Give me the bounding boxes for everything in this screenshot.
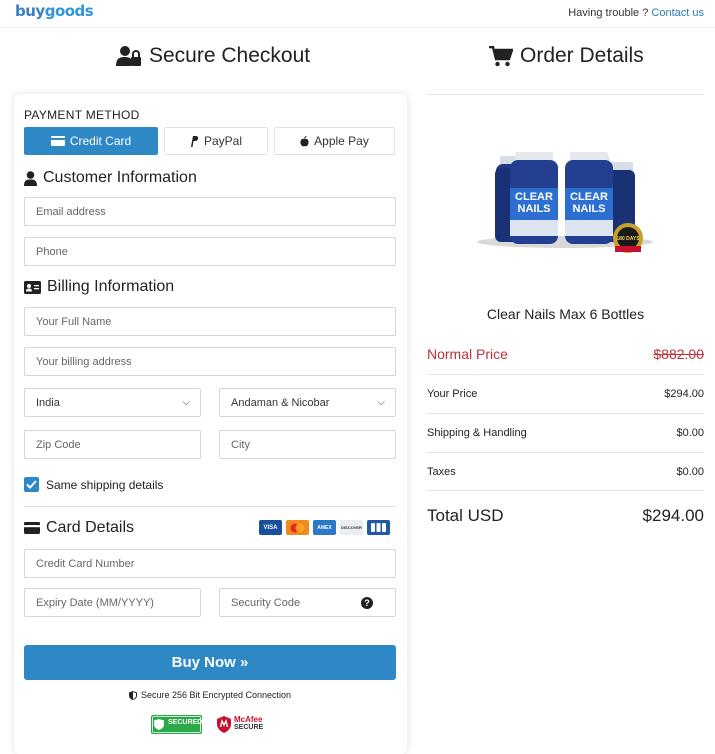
full-name-field[interactable]: Your Full Name <box>24 307 396 336</box>
bottle-label-clear: CLEAR <box>515 191 553 203</box>
your-price-label: Your Price <box>427 388 478 400</box>
product-image: CLEAR NAILS CLEAR NAILS 180 DAYS <box>475 150 655 260</box>
secure-connection-note: Secure 256 Bit Encrypted Connection <box>0 690 420 700</box>
billing-information-text: Billing Information <box>47 278 175 295</box>
row-divider <box>427 374 704 375</box>
tab-paypal-label: PayPal <box>203 134 243 148</box>
normal-price-value: $882.00 <box>653 346 704 362</box>
security-code-placeholder: Security Code <box>231 596 301 609</box>
amex-icon: AMEX <box>313 520 336 535</box>
credit-card-icon <box>50 136 65 146</box>
taxes-row: Taxes $0.00 <box>427 466 704 478</box>
chevron-down-icon: ⌵ <box>377 397 385 408</box>
row-divider <box>427 413 704 414</box>
logo-text-goods: goods <box>44 2 94 20</box>
bottle-label-nails: NAILS <box>573 203 606 215</box>
help-text: Having trouble ? Contact us <box>568 7 704 19</box>
total-value: $294.00 <box>642 506 704 525</box>
paypal-icon <box>190 135 199 147</box>
zip-code-field[interactable]: Zip Code <box>24 430 201 459</box>
billing-information-heading: Billing Information <box>24 278 174 296</box>
city-field[interactable]: City <box>219 430 396 459</box>
same-shipping-row[interactable]: Same shipping details <box>24 477 163 492</box>
payment-method-label: PAYMENT METHOD <box>24 108 140 122</box>
tab-apple-pay-label: Apple Pay <box>314 134 369 148</box>
total-row: Total USD $294.00 <box>427 506 704 526</box>
state-select[interactable]: Andaman & Nicobar ⌵ <box>219 388 396 417</box>
top-bar: buygoods Having trouble ? Contact us <box>0 0 715 28</box>
order-title: Order Details <box>489 44 644 68</box>
customer-information-heading: Customer Information <box>24 169 197 187</box>
mastercard-icon <box>286 520 309 535</box>
credit-card-icon <box>24 522 40 534</box>
shipping-row: Shipping & Handling $0.00 <box>427 427 704 439</box>
product-name: Clear Nails Max 6 Bottles <box>486 306 645 322</box>
your-price-row: Your Price $294.00 <box>427 388 704 400</box>
logo-text-buy: buy <box>15 2 45 20</box>
bottle-label-clear: CLEAR <box>570 191 608 203</box>
buygoods-logo[interactable]: buygoods <box>15 2 94 20</box>
order-title-text: Order Details <box>520 44 644 67</box>
country-select[interactable]: India ⌵ <box>24 388 201 417</box>
apple-icon <box>300 135 309 146</box>
secured-badge: SECURED <box>151 714 202 734</box>
user-lock-icon <box>116 46 141 66</box>
question-circle-icon[interactable]: ? <box>361 596 373 609</box>
order-divider <box>427 94 704 95</box>
chevron-down-icon: ⌵ <box>182 397 190 408</box>
normal-price-row: Normal Price $882.00 <box>427 346 704 362</box>
tab-credit-card-label: Credit Card <box>69 134 132 148</box>
taxes-label: Taxes <box>427 466 456 478</box>
country-value: India <box>36 396 60 409</box>
checkout-title-text: Secure Checkout <box>149 44 311 67</box>
card-details-text: Card Details <box>46 519 135 536</box>
mcafee-text: McAfee <box>234 715 263 724</box>
seal-text: 180 DAYS <box>616 236 640 242</box>
svg-text:?: ? <box>364 598 370 608</box>
shipping-label: Shipping & Handling <box>427 427 527 439</box>
tab-credit-card[interactable]: Credit Card <box>24 127 158 155</box>
total-label: Total USD <box>427 506 504 525</box>
security-code-field[interactable]: Security Code ? <box>219 588 396 617</box>
checkout-title: Secure Checkout <box>116 44 310 68</box>
mcafee-secure-text: SECURE <box>234 724 264 731</box>
taxes-value: $0.00 <box>676 466 704 478</box>
tab-paypal[interactable]: PayPal <box>164 127 268 155</box>
discover-icon: DISCOVER <box>340 520 363 535</box>
divider <box>24 506 396 507</box>
expiry-date-field[interactable]: Expiry Date (MM/YYYY) <box>24 588 201 617</box>
phone-field[interactable]: Phone <box>24 237 396 266</box>
shopping-cart-icon <box>489 45 513 66</box>
same-shipping-label: Same shipping details <box>46 477 164 492</box>
row-divider <box>427 490 704 491</box>
mcafee-secure-badge: McAfee SECURE <box>217 714 263 734</box>
email-field[interactable]: Email address <box>24 197 396 226</box>
state-value: Andaman & Nicobar <box>231 396 330 409</box>
id-card-icon <box>24 280 41 294</box>
tab-apple-pay[interactable]: Apple Pay <box>274 127 395 155</box>
customer-information-text: Customer Information <box>43 169 197 186</box>
bottle-label-nails: NAILS <box>518 203 551 215</box>
checkmark-icon <box>26 480 37 489</box>
shield-icon <box>128 690 137 700</box>
buy-now-button[interactable]: Buy Now » <box>24 645 396 680</box>
card-brand-icons: VISA AMEX DISCOVER <box>259 520 390 535</box>
your-price-value: $294.00 <box>664 388 704 400</box>
same-shipping-checkbox[interactable] <box>24 477 39 492</box>
billing-address-field[interactable]: Your billing address <box>24 347 396 376</box>
visa-icon: VISA <box>259 520 282 535</box>
contact-us-link[interactable]: Contact us <box>651 7 704 19</box>
shipping-value: $0.00 <box>676 427 704 439</box>
secured-badge-text: SECURED <box>168 719 203 726</box>
trouble-label: Having trouble ? <box>568 7 649 19</box>
card-details-heading: Card Details <box>24 519 134 537</box>
mcafee-shield-icon <box>217 715 231 733</box>
card-number-field[interactable]: Credit Card Number <box>24 549 396 578</box>
jcb-icon <box>367 520 390 535</box>
row-divider <box>427 452 704 453</box>
normal-price-label: Normal Price <box>427 346 508 362</box>
user-icon <box>24 170 37 186</box>
secure-connection-text: Secure 256 Bit Encrypted Connection <box>140 690 292 700</box>
